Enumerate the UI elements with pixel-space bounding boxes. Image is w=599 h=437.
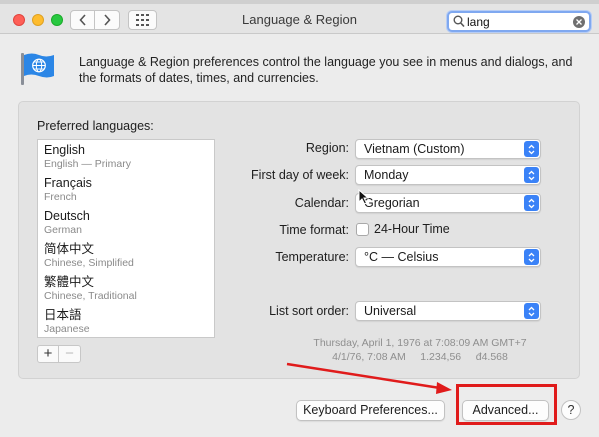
updown-arrows-icon bbox=[524, 141, 539, 157]
calendar-popup[interactable]: Gregorian bbox=[355, 193, 541, 213]
remove-language-button[interactable]: − bbox=[59, 345, 81, 363]
language-name: 繁體中文 bbox=[44, 275, 95, 289]
close-window-button[interactable] bbox=[13, 14, 25, 26]
sort-order-value: Universal bbox=[364, 304, 417, 318]
first-day-label: First day of week: bbox=[251, 168, 349, 182]
updown-arrows-icon bbox=[524, 303, 539, 319]
language-subtitle: German bbox=[44, 224, 82, 236]
first-day-value: Monday bbox=[364, 168, 409, 182]
add-language-button[interactable]: + bbox=[37, 345, 59, 363]
list-item[interactable]: Français French bbox=[38, 173, 214, 206]
updown-arrows-icon bbox=[524, 195, 539, 211]
intro-text: Language & Region preferences control th… bbox=[79, 55, 573, 85]
time-format-label: Time format: bbox=[279, 223, 349, 237]
grid-icon bbox=[135, 14, 149, 26]
list-item[interactable]: English English — Primary bbox=[38, 140, 214, 173]
updown-arrows-icon bbox=[524, 249, 539, 265]
list-item[interactable]: 繁體中文 Chinese, Traditional bbox=[38, 272, 214, 305]
temperature-label: Temperature: bbox=[275, 250, 349, 264]
region-label: Region: bbox=[305, 141, 349, 155]
mouse-cursor-icon bbox=[358, 189, 369, 205]
language-name: Deutsch bbox=[44, 209, 90, 223]
chevron-left-icon bbox=[78, 14, 86, 26]
language-region-flag-icon bbox=[21, 53, 54, 85]
sample-date-text: Thursday, April 1, 1976 at 7:08:09 AM GM… bbox=[313, 337, 527, 349]
list-item[interactable]: 日本語 Japanese bbox=[38, 305, 214, 337]
calendar-label: Calendar: bbox=[294, 196, 349, 210]
24-hour-time-label[interactable]: 24-Hour Time bbox=[374, 222, 450, 236]
zoom-window-button[interactable] bbox=[51, 14, 63, 26]
language-name: 日本語 bbox=[44, 308, 82, 322]
language-subtitle: Chinese, Simplified bbox=[44, 257, 134, 269]
search-field[interactable] bbox=[447, 11, 591, 32]
calendar-value: Gregorian bbox=[364, 196, 420, 210]
updown-arrows-icon bbox=[524, 167, 539, 183]
language-subtitle: Chinese, Traditional bbox=[44, 290, 137, 302]
language-subtitle: English — Primary bbox=[44, 158, 131, 170]
forward-button[interactable] bbox=[95, 10, 120, 30]
title-bar: Language & Region bbox=[0, 4, 599, 34]
keyboard-preferences-button[interactable]: Keyboard Preferences... bbox=[296, 400, 445, 421]
sort-order-popup[interactable]: Universal bbox=[355, 301, 541, 321]
region-value: Vietnam (Custom) bbox=[364, 142, 465, 156]
clear-search-icon[interactable] bbox=[573, 16, 585, 28]
back-button[interactable] bbox=[70, 10, 95, 30]
list-item[interactable]: Deutsch German bbox=[38, 206, 214, 239]
language-subtitle: French bbox=[44, 191, 77, 203]
annotation-highlight-box bbox=[456, 384, 557, 425]
preferred-languages-label: Preferred languages: bbox=[37, 119, 154, 133]
sample-number-text: 4/1/76, 7:08 AM 1.234,56 đ4.568 bbox=[332, 351, 508, 363]
chevron-right-icon bbox=[104, 14, 111, 26]
region-popup[interactable]: Vietnam (Custom) bbox=[355, 139, 541, 159]
first-day-popup[interactable]: Monday bbox=[355, 165, 541, 185]
language-name: English bbox=[44, 143, 85, 157]
search-icon bbox=[453, 15, 465, 28]
language-subtitle: Japanese bbox=[44, 323, 90, 335]
show-all-button[interactable] bbox=[128, 10, 157, 30]
temperature-popup[interactable]: °C — Celsius bbox=[355, 247, 541, 267]
language-name: Français bbox=[44, 176, 92, 190]
list-item[interactable]: 简体中文 Chinese, Simplified bbox=[38, 239, 214, 272]
language-name: 简体中文 bbox=[44, 242, 95, 256]
temperature-value: °C — Celsius bbox=[364, 250, 439, 264]
add-remove-control: + − bbox=[37, 345, 81, 363]
24-hour-time-checkbox[interactable] bbox=[356, 223, 369, 236]
minimize-window-button[interactable] bbox=[32, 14, 44, 26]
search-input[interactable] bbox=[467, 14, 567, 30]
preferred-languages-list[interactable]: English English — Primary Français Frenc… bbox=[37, 139, 215, 338]
help-button[interactable]: ? bbox=[561, 400, 581, 420]
sort-order-label: List sort order: bbox=[269, 304, 349, 318]
